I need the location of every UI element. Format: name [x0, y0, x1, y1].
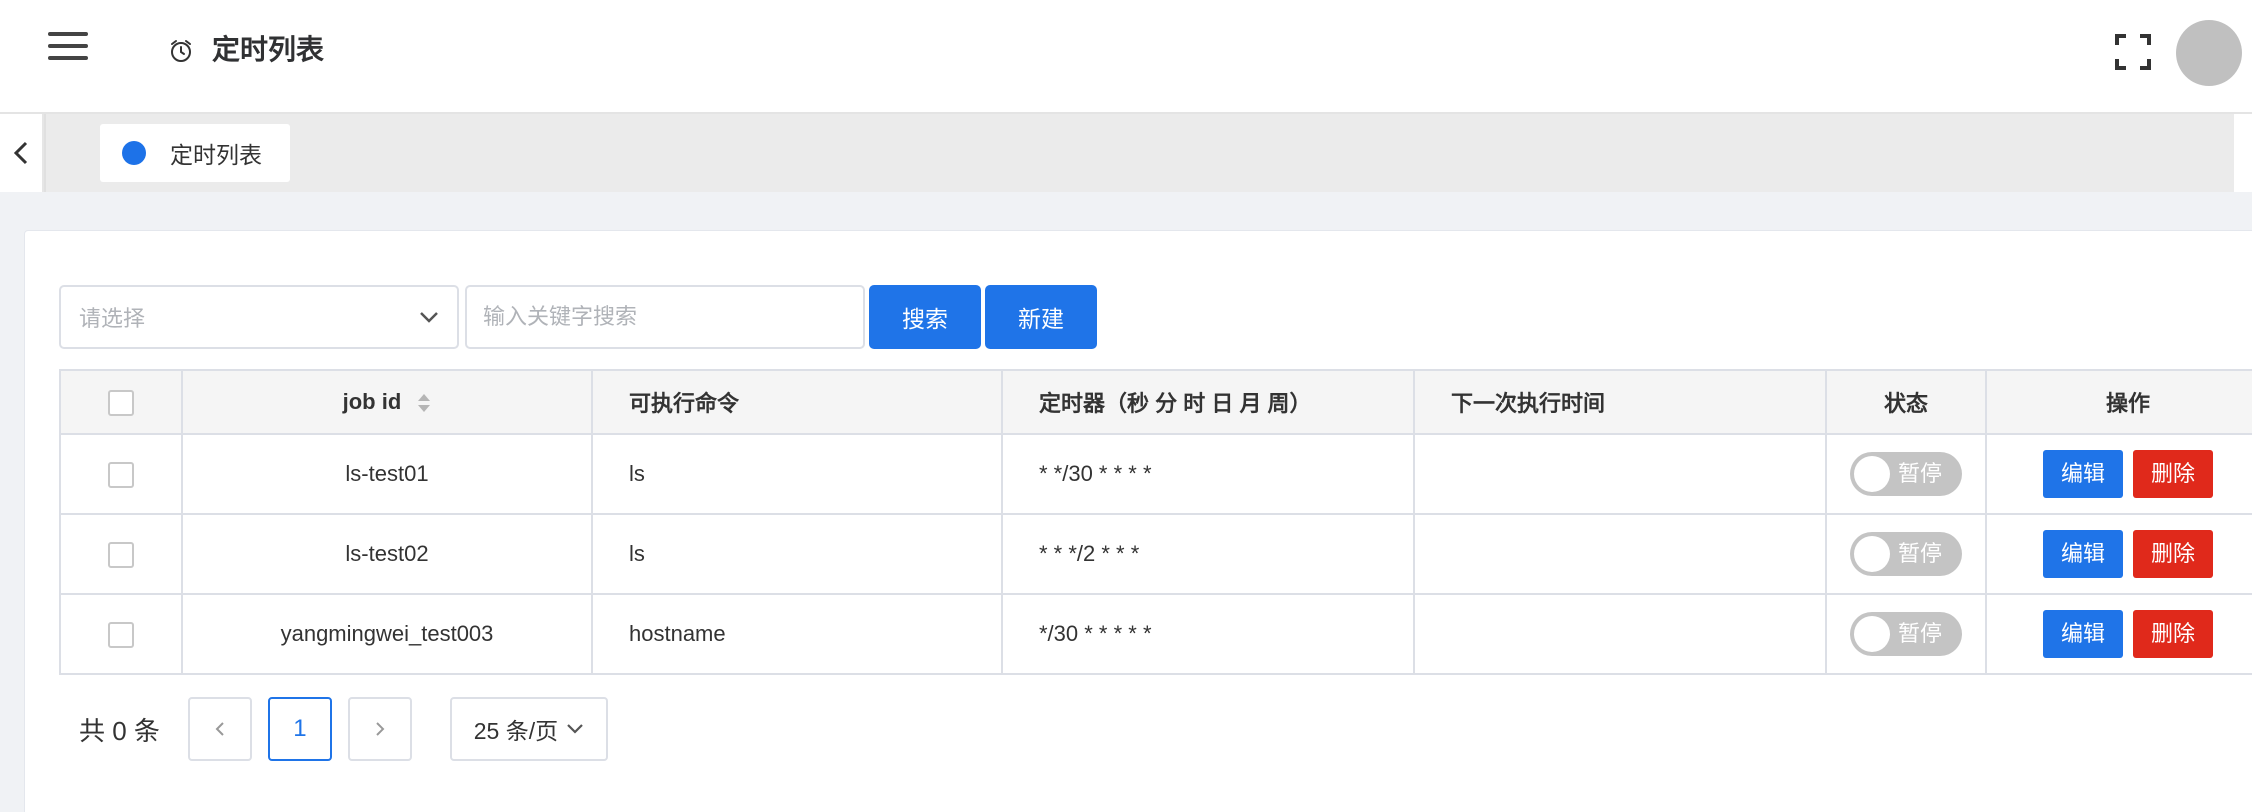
next-run-cell [1413, 593, 1827, 675]
status-toggle[interactable]: 暂停 [1850, 532, 1962, 576]
timer-cell: * * */2 * * * [1001, 513, 1415, 595]
job-id-cell: yangmingwei_test003 [181, 593, 593, 675]
col-job-id[interactable]: job id [181, 369, 593, 435]
tags-bar: 定时列表 [0, 114, 2252, 192]
command-cell: ls [591, 513, 1003, 595]
chevron-down-icon [420, 312, 438, 323]
active-tag-dot-icon [122, 141, 146, 165]
toggle-label: 暂停 [1898, 541, 1943, 566]
next-run-cell [1413, 433, 1827, 515]
row-select-cell [59, 513, 183, 595]
prev-page-button[interactable] [187, 697, 252, 761]
search-input[interactable] [465, 285, 865, 349]
table-row: ls-test02 ls * * */2 * * * 暂停 编辑 删除 [59, 513, 2252, 595]
status-cell: 暂停 [1825, 513, 1987, 595]
delete-button[interactable]: 删除 [2133, 450, 2213, 498]
search-button[interactable]: 搜索 [869, 285, 981, 349]
status-toggle[interactable]: 暂停 [1850, 452, 1962, 496]
delete-button[interactable]: 删除 [2133, 530, 2213, 578]
select-placeholder: 请选择 [79, 306, 146, 331]
table-row: ls-test01 ls * */30 * * * * 暂停 编辑 删除 [59, 433, 2252, 515]
pagination: 共 0 条 1 25 条/页 [79, 697, 608, 761]
table-row: yangmingwei_test003 hostname */30 * * * … [59, 593, 2252, 675]
col-actions: 操作 [1985, 369, 2252, 435]
job-id-cell: ls-test02 [181, 513, 593, 595]
new-button[interactable]: 新建 [985, 285, 1097, 349]
job-table: job id 可执行命令 定时器（秒 分 时 日 月 周） 下一次执行时间 状态… [59, 369, 2252, 675]
tag-label: 定时列表 [170, 142, 262, 168]
select-all-checkbox[interactable] [108, 389, 134, 416]
timer-cell: */30 * * * * * [1001, 593, 1415, 675]
delete-button[interactable]: 删除 [2133, 610, 2213, 658]
select-all-cell [59, 369, 183, 435]
tag-timer-list[interactable]: 定时列表 [100, 124, 290, 182]
actions-cell: 编辑 删除 [1985, 433, 2252, 515]
search-toolbar: 请选择 搜索 新建 [59, 285, 1097, 349]
table-header-row: job id 可执行命令 定时器（秒 分 时 日 月 周） 下一次执行时间 状态… [59, 369, 2252, 435]
row-checkbox[interactable] [108, 541, 134, 568]
actions-cell: 编辑 删除 [1985, 593, 2252, 675]
next-run-cell [1413, 513, 1827, 595]
page-size-select[interactable]: 25 条/页 [449, 697, 608, 761]
col-command: 可执行命令 [591, 369, 1003, 435]
status-toggle[interactable]: 暂停 [1850, 612, 1962, 656]
command-cell: ls [591, 433, 1003, 515]
col-next-run: 下一次执行时间 [1413, 369, 1827, 435]
row-checkbox[interactable] [108, 621, 134, 648]
user-avatar[interactable] [2176, 20, 2242, 86]
chevron-left-icon [215, 722, 224, 736]
chevron-down-icon [567, 724, 583, 734]
tags-area: 定时列表 [44, 114, 2234, 192]
toggle-knob [1854, 616, 1890, 652]
status-cell: 暂停 [1825, 433, 1987, 515]
page-title: 定时列表 [212, 34, 325, 65]
fullscreen-icon[interactable] [2114, 33, 2152, 71]
row-checkbox[interactable] [108, 461, 134, 488]
page-number-button[interactable]: 1 [267, 697, 332, 761]
col-timer: 定时器（秒 分 时 日 月 周） [1001, 369, 1415, 435]
actions-cell: 编辑 删除 [1985, 513, 2252, 595]
toggle-knob [1854, 456, 1890, 492]
row-select-cell [59, 593, 183, 675]
top-header: 定时列表 [0, 0, 2252, 114]
edit-button[interactable]: 编辑 [2043, 450, 2123, 498]
toggle-label: 暂停 [1898, 621, 1943, 646]
tags-scroll-left-button[interactable] [0, 114, 44, 192]
toggle-knob [1854, 536, 1890, 572]
edit-button[interactable]: 编辑 [2043, 530, 2123, 578]
menu-toggle-icon[interactable] [48, 32, 88, 62]
chevron-right-icon [376, 722, 385, 736]
next-page-button[interactable] [347, 697, 412, 761]
sort-icon[interactable] [417, 392, 431, 414]
total-count: 共 0 条 [79, 715, 160, 746]
col-status: 状态 [1825, 369, 1987, 435]
command-cell: hostname [591, 593, 1003, 675]
edit-button[interactable]: 编辑 [2043, 610, 2123, 658]
filter-select[interactable]: 请选择 [59, 285, 459, 349]
content-card: 请选择 搜索 新建 job id 可执行命令 定时器（秒 分 时 日 [24, 230, 2252, 812]
alarm-clock-icon [171, 40, 191, 62]
status-cell: 暂停 [1825, 593, 1987, 675]
chevron-left-icon [13, 141, 28, 165]
toggle-label: 暂停 [1898, 461, 1943, 486]
col-job-id-label: job id [342, 389, 402, 414]
timer-cell: * */30 * * * * [1001, 433, 1415, 515]
row-select-cell [59, 433, 183, 515]
page-size-label: 25 条/页 [473, 718, 559, 744]
job-id-cell: ls-test01 [181, 433, 593, 515]
